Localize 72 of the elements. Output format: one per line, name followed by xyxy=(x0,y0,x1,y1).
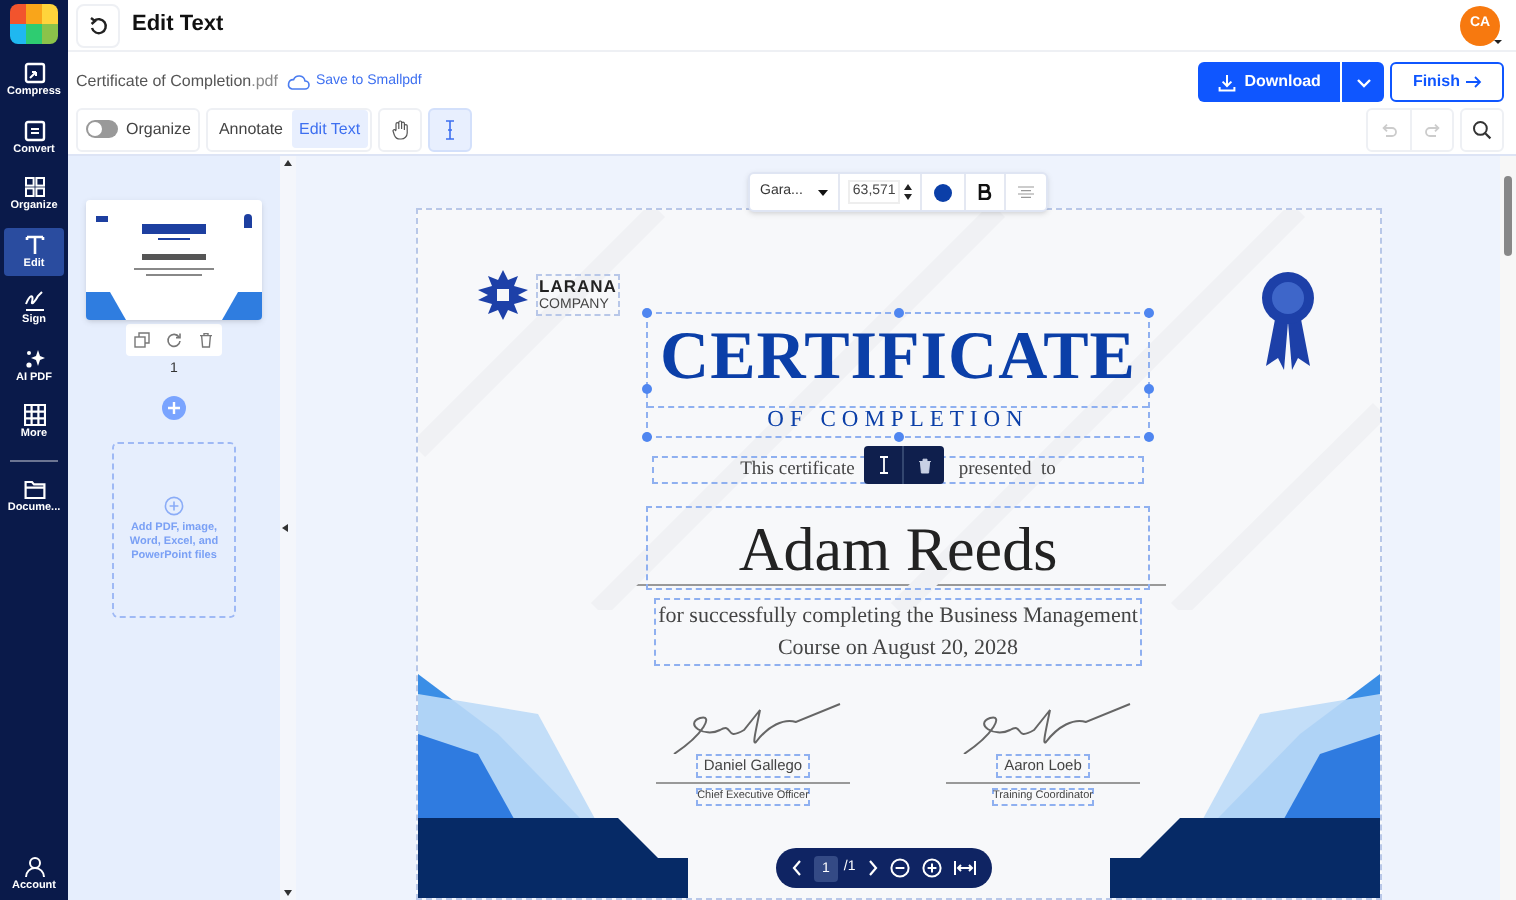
plus-circle-icon xyxy=(164,495,184,515)
rotate-icon[interactable] xyxy=(166,332,182,348)
plus-icon xyxy=(168,401,180,413)
presented-text: This certificate xyxy=(740,457,855,484)
chevron-down-icon xyxy=(1355,77,1372,87)
folder-icon xyxy=(23,479,45,499)
undo-icon xyxy=(88,15,108,35)
stepper-icon[interactable] xyxy=(903,184,912,200)
apps-grid-icon xyxy=(23,404,45,426)
grid-icon xyxy=(23,176,45,198)
redo-icon xyxy=(1423,121,1441,137)
arrow-right-icon xyxy=(1466,76,1482,88)
resize-handle[interactable] xyxy=(894,432,904,442)
scrollbar-thumb[interactable] xyxy=(1504,176,1512,256)
resize-handle[interactable] xyxy=(642,308,652,318)
toggle-label: Organize xyxy=(126,117,191,141)
hand-icon xyxy=(391,119,410,139)
text-tool-button[interactable] xyxy=(428,107,473,151)
download-icon xyxy=(1218,73,1237,91)
ribbon-award-icon xyxy=(1257,270,1317,374)
description-text: Course on August 20, 2028 xyxy=(777,634,1019,664)
company-name: LARANA xyxy=(539,276,617,296)
compress-icon xyxy=(23,62,45,84)
zoom-out-icon[interactable] xyxy=(889,858,910,878)
add-page-button[interactable] xyxy=(162,395,186,419)
search-icon xyxy=(1472,119,1492,139)
user-icon xyxy=(23,855,45,877)
zoom-in-icon[interactable] xyxy=(921,858,942,878)
trash-icon xyxy=(917,457,931,473)
company-logo-icon xyxy=(477,270,527,320)
page-title: Edit Text xyxy=(132,10,224,41)
text-cursor-icon xyxy=(877,456,889,474)
next-page-icon[interactable] xyxy=(867,860,878,876)
resize-handle[interactable] xyxy=(642,432,652,442)
finish-button[interactable]: Finish xyxy=(1390,62,1504,102)
organize-toggle[interactable] xyxy=(86,120,118,138)
previous-page-icon[interactable] xyxy=(792,860,802,876)
resize-handle[interactable] xyxy=(1144,432,1154,442)
trash-icon[interactable] xyxy=(198,332,214,348)
certificate-subtitle: OF COMPLETION xyxy=(648,406,1148,432)
resize-handle[interactable] xyxy=(1144,308,1154,318)
text-icon xyxy=(23,233,45,255)
certificate-title: CERTIFICATE xyxy=(660,318,1136,398)
back-button[interactable] xyxy=(76,3,120,47)
align-center-icon xyxy=(1017,186,1034,198)
caret-icon xyxy=(818,189,829,195)
bold-icon xyxy=(977,184,992,200)
search-button[interactable] xyxy=(1460,107,1504,151)
description-text: for successfully completing the Business Management xyxy=(658,602,1138,632)
mode-tab[interactable]: Edit Text xyxy=(291,110,369,148)
mode-tab[interactable]: Annotate xyxy=(210,110,291,148)
scroll-up-icon[interactable] xyxy=(284,160,292,166)
undo-icon xyxy=(1380,121,1398,137)
resize-handle[interactable] xyxy=(894,308,904,318)
app-logo-icon[interactable] xyxy=(10,4,58,44)
recipient-name: Adam Reeds xyxy=(738,517,1058,579)
scroll-down-icon[interactable] xyxy=(284,890,292,896)
download-options-button[interactable] xyxy=(1342,62,1385,102)
presented-text: presented to xyxy=(958,457,1056,484)
resize-handle[interactable] xyxy=(1144,384,1154,394)
copy-icon[interactable] xyxy=(134,332,150,348)
file-name: Certificate of Completion.pdf xyxy=(76,70,278,94)
sparkle-icon xyxy=(23,347,45,369)
convert-icon xyxy=(23,119,45,141)
download-button[interactable]: Download xyxy=(1198,62,1341,102)
hand-tool-button[interactable] xyxy=(378,107,423,151)
resize-handle[interactable] xyxy=(642,384,652,394)
signature-icon xyxy=(23,290,45,312)
page-thumbnail[interactable] xyxy=(86,200,262,320)
text-cursor-icon xyxy=(444,119,457,139)
cloud-icon xyxy=(285,74,310,90)
fit-width-icon[interactable] xyxy=(953,860,976,876)
